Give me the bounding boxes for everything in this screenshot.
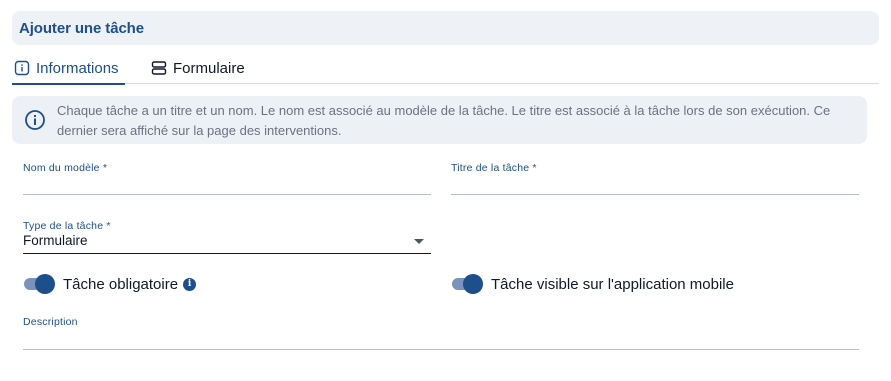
tab-informations[interactable]: Informations — [12, 52, 125, 85]
form-layout-icon — [151, 60, 167, 76]
dropdown-arrow-icon[interactable] — [414, 239, 424, 244]
mobile-visible-toggle-row: Tâche visible sur l'application mobile — [451, 274, 734, 294]
mobile-visible-switch[interactable] — [451, 274, 483, 294]
task-type-value: Formulaire — [23, 233, 88, 248]
mandatory-toggle-row: Tâche obligatoire i — [23, 274, 197, 294]
tab-bar: Informations Formulaire — [12, 52, 879, 85]
switch-thumb — [463, 274, 483, 294]
model-name-field[interactable]: Nom du modèle * — [23, 162, 431, 196]
tab-formulaire[interactable]: Formulaire — [151, 52, 245, 84]
model-name-label: Nom du modèle * — [23, 162, 108, 174]
page-header: Ajouter une tâche — [12, 11, 879, 45]
task-title-field[interactable]: Titre de la tâche * — [451, 162, 859, 196]
page-title: Ajouter une tâche — [19, 19, 144, 37]
info-icon[interactable]: i — [183, 277, 197, 291]
alert-message: Chaque tâche a un titre et un nom. Le no… — [57, 103, 831, 138]
mandatory-switch[interactable] — [23, 274, 55, 294]
tab-formulaire-label: Formulaire — [173, 59, 245, 77]
model-name-underline — [23, 194, 431, 195]
task-title-underline — [451, 194, 859, 195]
description-field[interactable]: Description — [23, 316, 859, 350]
add-task-page: Ajouter une tâche Informations Formulair… — [0, 0, 891, 381]
info-icon — [24, 109, 46, 131]
mobile-visible-label: Tâche visible sur l'application mobile — [491, 275, 734, 293]
description-underline — [23, 349, 859, 350]
task-type-underline — [23, 253, 431, 254]
info-icon — [14, 60, 30, 76]
task-type-select[interactable]: Type de la tâche * Formulaire — [23, 220, 431, 254]
switch-thumb — [35, 274, 55, 294]
mandatory-label: Tâche obligatoire — [63, 275, 179, 293]
tab-informations-label: Informations — [36, 59, 119, 77]
description-label: Description — [23, 316, 78, 328]
info-alert: Chaque tâche a un titre et un nom. Le no… — [12, 96, 867, 144]
task-type-label: Type de la tâche * — [23, 220, 111, 232]
task-title-label: Titre de la tâche * — [451, 162, 537, 174]
